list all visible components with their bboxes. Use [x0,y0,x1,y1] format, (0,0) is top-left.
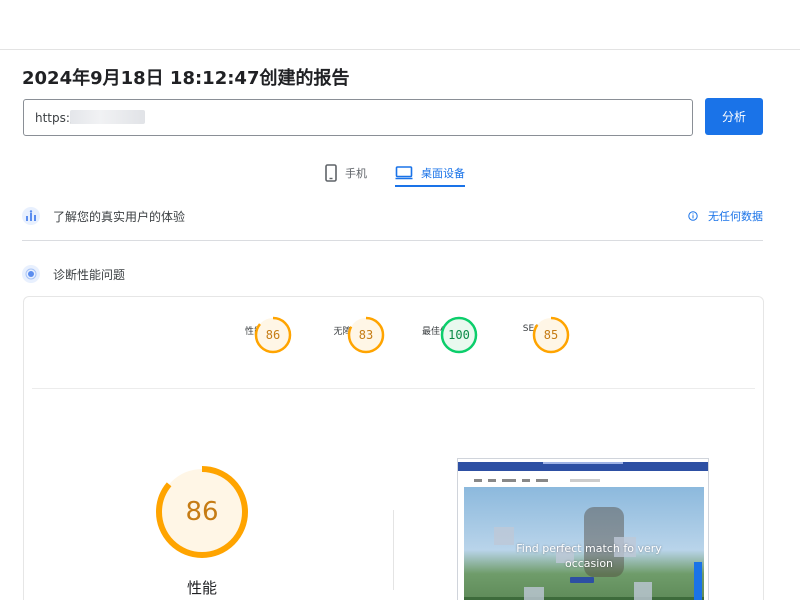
no-data-link[interactable]: 无任何数据 [688,208,763,224]
lighthouse-report-card: 86 性能 83 无障碍 100 最佳做法 85 SEO 86 性能 Find … [23,296,764,600]
ux-section-label: 了解您的真实用户的体验 [53,209,186,224]
preview-headline: Find perfect match fo very occasion [516,542,662,570]
section-divider [22,240,763,241]
info-icon [688,211,698,221]
score-gauge-seo[interactable]: 85 SEO [512,316,570,354]
vertical-divider [393,510,394,590]
lighthouse-icon [22,265,40,283]
main-score-label: 性能 [186,579,217,597]
score-gauge-performance[interactable]: 86 性能 [234,316,292,354]
tab-desktop[interactable]: 桌面设备 [395,158,465,188]
report-title: 2024年9月18日 18:12:47创建的报告 [22,68,350,89]
mobile-phone-icon [325,164,337,182]
analyze-button[interactable]: 分析 [705,98,763,135]
ux-section-header: 了解您的真实用户的体验 无任何数据 [22,205,763,227]
top-bar [0,0,800,50]
tab-desktop-label: 桌面设备 [421,167,465,180]
score-value: 100 [448,328,470,342]
crux-icon [22,207,40,225]
score-gauge-best-practices[interactable]: 100 最佳做法 [420,316,478,354]
desktop-monitor-icon [395,166,413,180]
main-score-value: 86 [185,497,219,527]
main-performance-gauge: 86 [155,465,249,559]
score-value: 85 [543,328,559,342]
url-redaction [70,110,145,124]
card-divider [32,388,755,389]
preview-announcement-bar [458,462,708,471]
score-gauge-accessibility[interactable]: 83 无障碍 [327,316,385,354]
diagnose-section-header: 诊断性能问题 [22,263,763,285]
score-value: 83 [358,328,374,342]
tab-mobile[interactable]: 手机 [325,158,367,188]
diagnose-section-label: 诊断性能问题 [53,267,126,282]
tab-mobile-label: 手机 [345,167,367,180]
preview-cta-button [570,577,594,583]
score-value: 86 [265,328,281,342]
no-data-label: 无任何数据 [708,210,763,223]
page-screenshot-preview: Find perfect match fo very occasion [457,458,709,600]
